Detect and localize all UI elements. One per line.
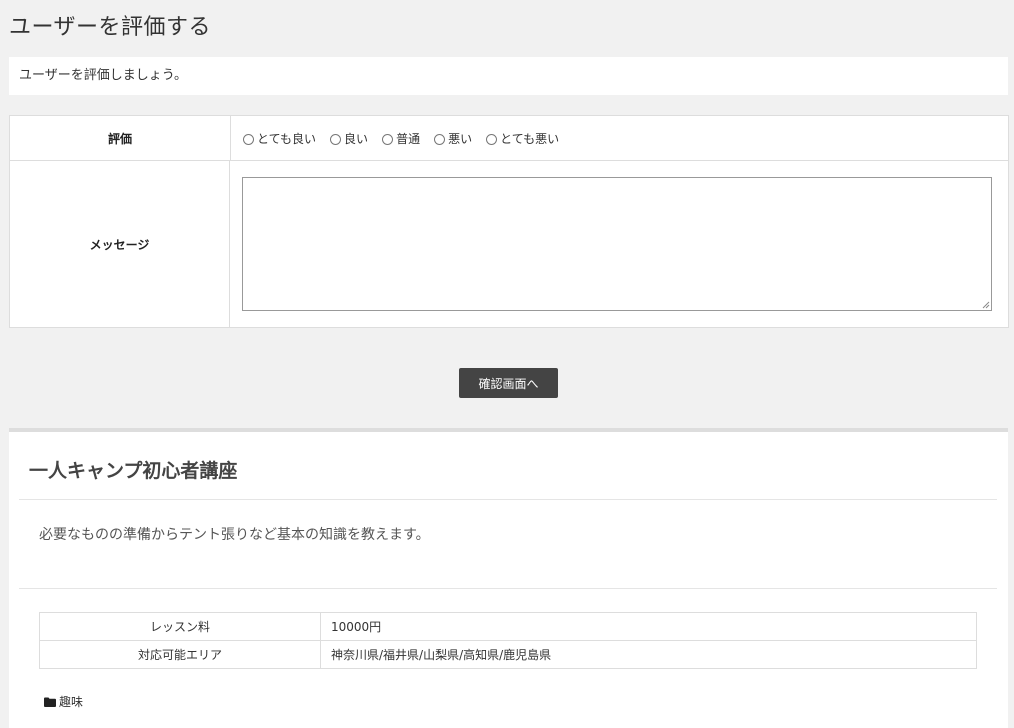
radio-label: 普通 (396, 131, 421, 146)
radio-button[interactable] (382, 133, 394, 145)
radio-label: 良い (344, 131, 369, 146)
radio-button[interactable] (486, 133, 498, 145)
table-row: レッスン料 10000円 (39, 612, 977, 641)
category-label[interactable]: 趣味 (59, 693, 83, 710)
radio-label: とても悪い (500, 131, 560, 146)
message-label: メッセージ (10, 161, 230, 327)
rating-option-good[interactable]: 良い (330, 130, 368, 147)
rating-option-bad[interactable]: 悪い (434, 130, 472, 147)
detail-key-fee: レッスン料 (39, 612, 321, 641)
folder-icon (44, 697, 56, 707)
radio-label: とても良い (257, 131, 317, 146)
intro-message: ユーザーを評価しましょう。 (9, 57, 1008, 95)
category-tag[interactable]: 趣味 (44, 693, 83, 710)
confirm-button[interactable]: 確認画面へ (459, 368, 558, 398)
resize-grip-icon[interactable] (982, 301, 990, 309)
table-row: 対応可能エリア 神奈川県/福井県/山梨県/高知県/鹿児島県 (39, 640, 977, 669)
rating-options: とても良い 良い 普通 悪い とても悪い (231, 116, 1008, 160)
divider (19, 499, 997, 500)
radio-button[interactable] (434, 133, 446, 145)
detail-key-area: 対応可能エリア (39, 640, 321, 669)
rating-option-very-bad[interactable]: とても悪い (486, 130, 559, 147)
rating-label: 評価 (10, 116, 231, 160)
message-textarea[interactable] (242, 177, 992, 311)
detail-value-fee: 10000円 (320, 612, 977, 641)
divider (19, 588, 997, 589)
detail-value-area: 神奈川県/福井県/山梨県/高知県/鹿児島県 (320, 640, 977, 669)
radio-button[interactable] (330, 133, 342, 145)
rating-row: 評価 とても良い 良い 普通 悪い とても悪い (10, 116, 1008, 161)
rating-option-very-good[interactable]: とても良い (243, 130, 316, 147)
radio-label: 悪い (448, 131, 473, 146)
rating-form: 評価 とても良い 良い 普通 悪い とても悪い メッセージ (9, 115, 1009, 328)
lesson-details-table: レッスン料 10000円 対応可能エリア 神奈川県/福井県/山梨県/高知県/鹿児… (39, 612, 977, 669)
rating-option-normal[interactable]: 普通 (382, 130, 420, 147)
lesson-title: 一人キャンプ初心者講座 (29, 460, 238, 482)
lesson-card: 一人キャンプ初心者講座 必要なものの準備からテント張りなど基本の知識を教えます。… (9, 428, 1008, 728)
page-title: ユーザーを評価する (9, 15, 212, 40)
radio-button[interactable] (243, 133, 254, 145)
message-row: メッセージ (10, 161, 1008, 327)
lesson-description: 必要なものの準備からテント張りなど基本の知識を教えます。 (39, 527, 430, 543)
